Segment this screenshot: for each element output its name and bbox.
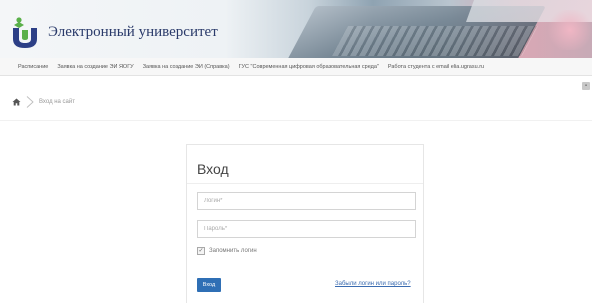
- card-divider: [187, 183, 423, 184]
- nav-item-request-reference[interactable]: Заявка на создание ЭИ (Справка): [143, 64, 230, 70]
- nav-item-student-email[interactable]: Работа студента с email elia.ugrasu.ru: [388, 64, 484, 70]
- login-title: Вход: [197, 161, 229, 177]
- breadcrumb: Вход на сайт: [12, 96, 75, 108]
- top-navigation: Расписание Заявка на создание ЭИ ЯОГУ За…: [0, 58, 592, 76]
- forgot-password-link[interactable]: Забыли логин или пароль?: [335, 281, 411, 287]
- username-input[interactable]: [197, 192, 416, 210]
- header-banner: Электронный университет: [0, 0, 592, 58]
- nav-item-digital-environment[interactable]: ГУС "Современная цифровая образовательна…: [239, 64, 379, 70]
- login-button[interactable]: Вход: [197, 278, 221, 292]
- chevron-right-icon: [26, 96, 34, 108]
- remember-label: Запомнить логин: [209, 248, 257, 254]
- user-menu-icon[interactable]: ▪: [582, 82, 590, 90]
- site-title[interactable]: Электронный университет: [48, 24, 218, 41]
- login-card: Вход ✓ Запомнить логин Вход Забыли логин…: [186, 144, 424, 303]
- remember-username[interactable]: ✓ Запомнить логин: [197, 247, 257, 255]
- remember-checkbox[interactable]: ✓: [197, 247, 205, 255]
- university-logo-icon[interactable]: [10, 16, 40, 50]
- nav-item-request-yaogu[interactable]: Заявка на создание ЭИ ЯОГУ: [57, 64, 133, 70]
- home-icon[interactable]: [12, 98, 21, 106]
- banner-glow: [545, 10, 592, 50]
- breadcrumb-current: Вход на сайт: [39, 99, 75, 105]
- password-input[interactable]: [197, 220, 416, 238]
- nav-item-schedule[interactable]: Расписание: [18, 64, 48, 70]
- page-divider: [0, 120, 592, 121]
- banner-keyboard-image: [332, 26, 538, 56]
